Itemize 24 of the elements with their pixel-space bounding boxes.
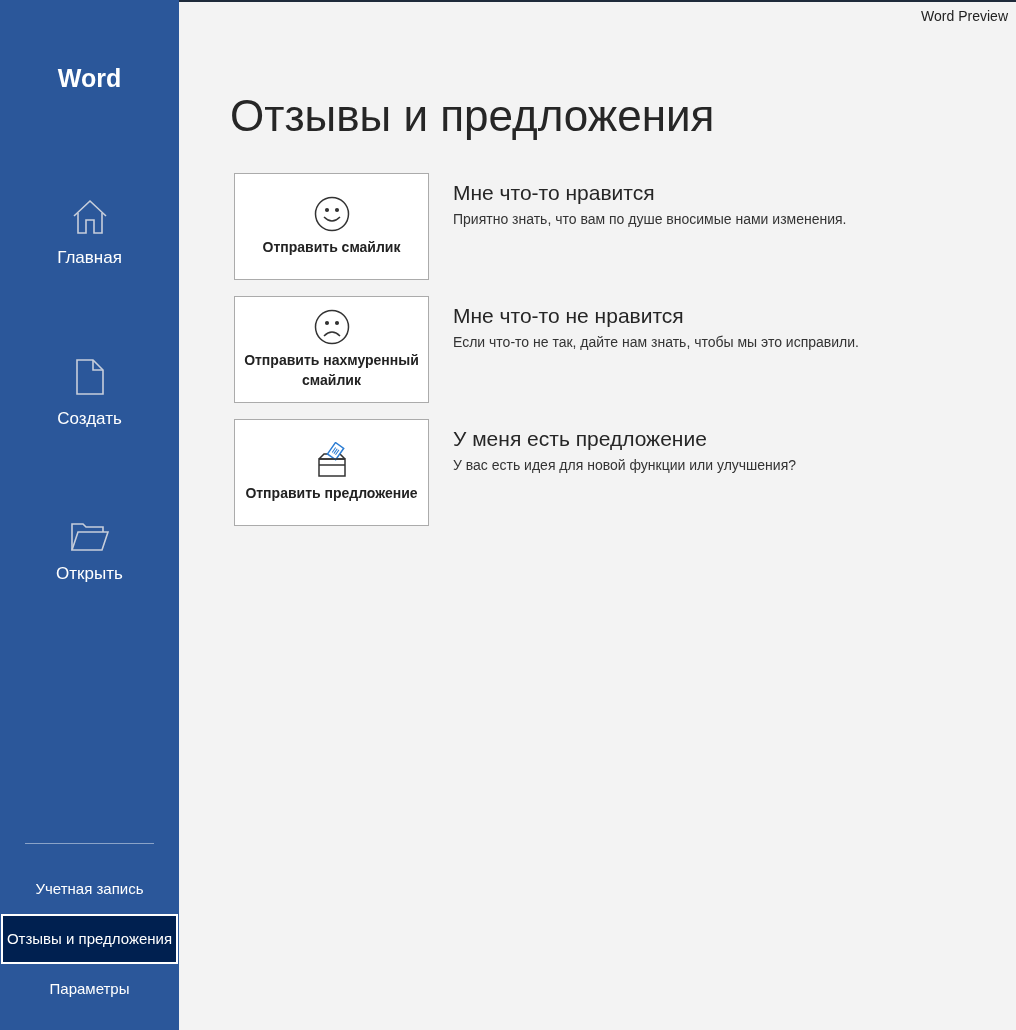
folder-icon: [70, 523, 109, 552]
page-title: Отзывы и предложения: [230, 90, 716, 142]
home-icon: [71, 199, 108, 236]
frowning-face-icon: [313, 308, 350, 345]
feedback-button[interactable]: Отправить предложение: [234, 419, 429, 526]
feedback-heading: Мне что-то нравится: [453, 180, 656, 206]
suggestion-box-icon: [315, 441, 348, 478]
feedback-heading: У меня есть предложение: [453, 426, 708, 452]
app-logo-text: Word: [56, 63, 123, 94]
feedback-heading: Мне что-то не нравится: [453, 303, 685, 329]
sidebar-menu-item[interactable]: Отзывы и предложения: [1, 914, 178, 964]
sidebar-nav-item[interactable]: Главная: [0, 149, 179, 310]
sidebar-nav-item[interactable]: Создать: [0, 309, 179, 470]
feedback-description: Приятно знать, что вам по душе вносимые нами изменения.: [453, 209, 847, 229]
feedback-description: Если что-то не так, дайте нам знать, чтобы мы это исправили.: [453, 332, 859, 352]
sidebar-menu-item[interactable]: Учетная запись: [1, 864, 178, 914]
sidebar-nav-item[interactable]: Открыть: [0, 469, 179, 630]
app-title: Word Preview: [921, 7, 1008, 26]
feedback-button[interactable]: Отправить нахмуренный смайлик: [234, 296, 429, 403]
sidebar-menu-item[interactable]: Параметры: [1, 964, 178, 1014]
document-icon: [74, 358, 105, 397]
feedback-description: У вас есть идея для новой функции или улучшения?: [453, 455, 797, 475]
smiley-icon: [313, 195, 350, 232]
feedback-button[interactable]: Отправить смайлик: [234, 173, 429, 280]
